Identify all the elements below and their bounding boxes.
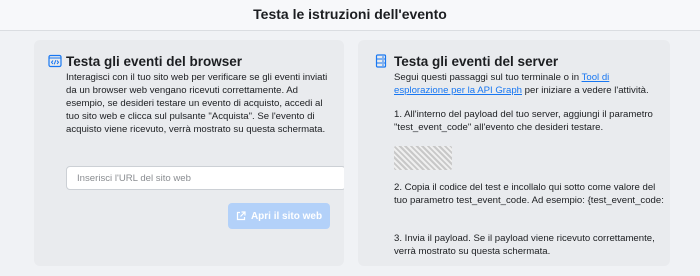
server-step-3: 3. Invia il payload. Se il payload viene…: [394, 233, 655, 257]
intro-text-end: per iniziare a vedere l'attività.: [522, 85, 649, 96]
website-url-input[interactable]: [66, 166, 344, 190]
code-window-icon: [48, 54, 62, 68]
browser-events-card: Testa gli eventi del browser Interagisci…: [34, 40, 344, 266]
external-link-icon: [236, 211, 246, 221]
intro-text-start: Segui questi passaggi sul tuo terminale …: [394, 72, 582, 83]
server-events-card: Testa gli eventi del server Segui questi…: [358, 40, 670, 266]
server-step-1: 1. All'interno del payload del tuo serve…: [394, 109, 653, 133]
open-website-label: Apri il sito web: [250, 210, 323, 222]
page-header: Testa le istruzioni dell'evento: [0, 0, 700, 31]
browser-card-title: Testa gli eventi del browser: [66, 54, 243, 69]
server-icon: [375, 54, 387, 68]
server-step-2: 2. Copia il codice del test e incollalo …: [394, 182, 664, 206]
page-title: Testa le istruzioni dell'evento: [253, 6, 447, 22]
test-event-code-redacted[interactable]: [394, 146, 452, 170]
open-website-button[interactable]: Apri il sito web: [228, 203, 330, 229]
server-card-title: Testa gli eventi del server: [394, 54, 559, 69]
server-card-intro: Segui questi passaggi sul tuo terminale …: [394, 71, 664, 97]
browser-card-description: Interagisci con il tuo sito web per veri…: [66, 72, 328, 135]
footer-strip: [0, 266, 700, 276]
